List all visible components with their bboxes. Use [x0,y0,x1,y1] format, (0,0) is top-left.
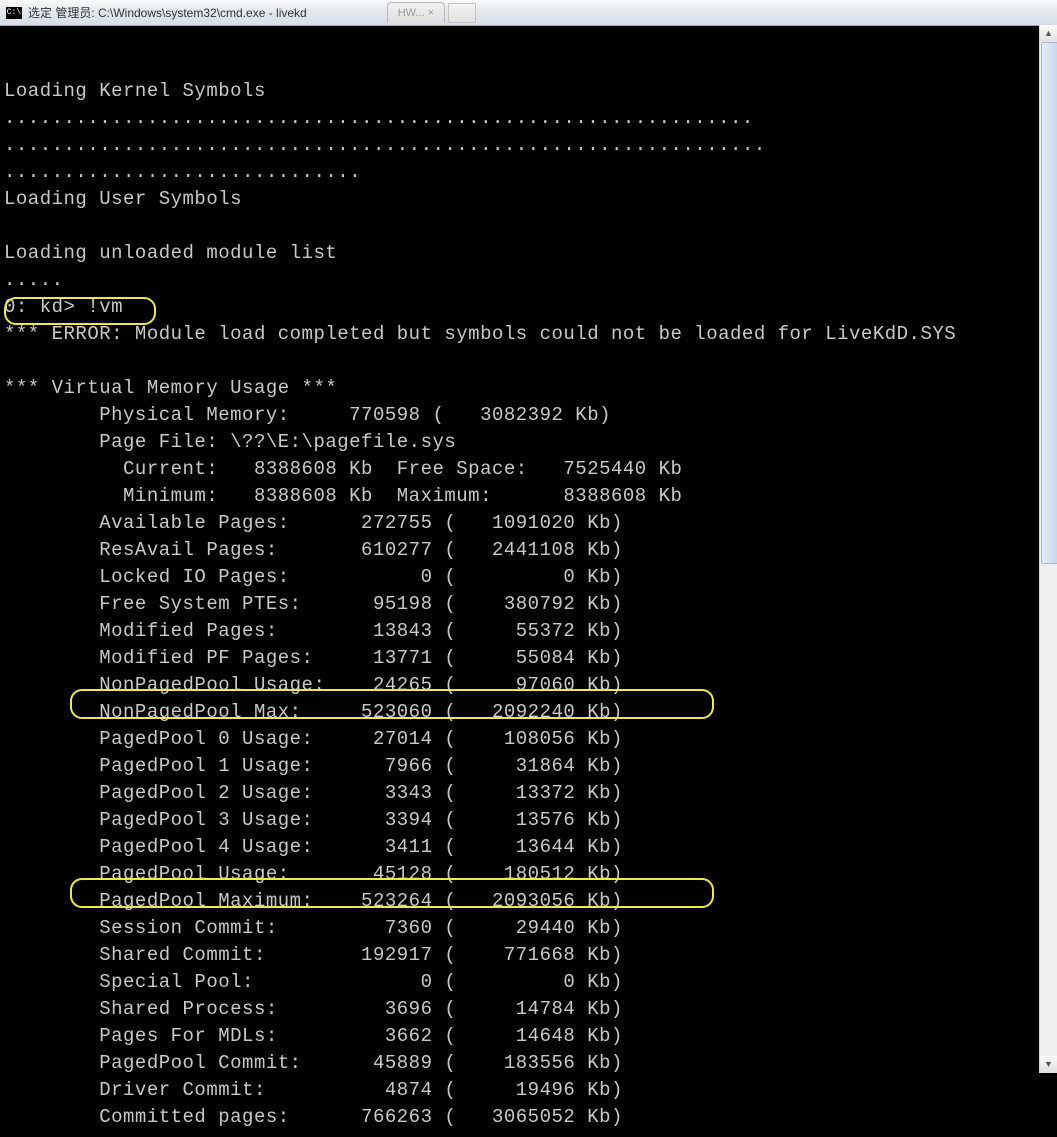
scroll-up-button[interactable]: ▲ [1040,25,1057,42]
titlebar[interactable]: C:\ 选定 管理员: C:\Windows\system32\cmd.exe … [0,0,1057,26]
new-tab-button [448,3,476,23]
ghost-tab: HW... × [387,2,445,23]
console-output[interactable]: Loading Kernel Symbols .................… [0,45,1057,1137]
scroll-thumb[interactable] [1041,42,1057,564]
scroll-down-button[interactable]: ▼ [1040,1056,1057,1073]
vertical-scrollbar[interactable]: ▲ ▼ [1039,25,1057,1073]
cmd-icon: C:\ [6,7,22,19]
background-tabs: HW... × [387,2,476,23]
window-title: 选定 管理员: C:\Windows\system32\cmd.exe - li… [28,4,307,21]
scroll-track[interactable] [1040,42,1057,1056]
